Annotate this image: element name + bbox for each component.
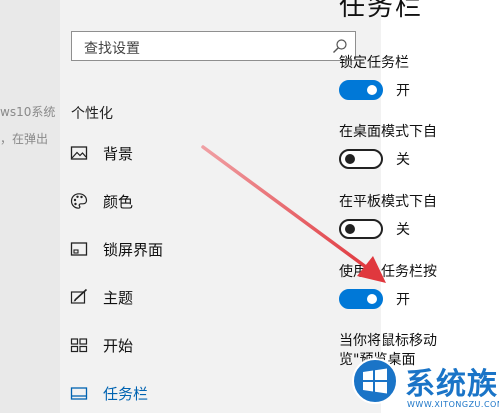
setting-label-autohide-tablet: 在平板模式下自 — [339, 194, 437, 210]
sidebar-item-label: 主题 — [103, 289, 134, 307]
sidebar-item-label: 锁屏界面 — [103, 241, 164, 259]
windows-logo-icon — [352, 358, 398, 404]
sidebar-item-label: 开始 — [103, 337, 134, 355]
sidebar-item-start[interactable]: 开始 — [60, 330, 381, 360]
sidebar-item-lock-screen[interactable]: 锁屏界面 — [60, 234, 381, 264]
toggle-knob — [367, 85, 377, 95]
sidebar-item-colors[interactable]: 颜色 — [60, 186, 381, 216]
toggle-lock-taskbar[interactable] — [339, 80, 383, 100]
toggle-autohide-desktop[interactable] — [339, 149, 383, 169]
settings-sidebar: 查找设置 个性化 背景 颜色 锁屏界面 主题 开始 任务栏 — [60, 0, 381, 413]
setting-label-lock-taskbar: 锁定任务栏 — [339, 55, 409, 71]
article-text-line2: ，在弹出 — [0, 132, 49, 146]
toggle-autohide-tablet[interactable] — [339, 219, 383, 239]
theme-brush-icon — [70, 288, 88, 304]
setting-label-small-buttons: 使用小任务栏按 — [339, 264, 437, 280]
palette-icon — [70, 193, 88, 209]
start-tiles-icon — [70, 338, 88, 353]
watermark-url: WWW.XITONGZU.COM — [407, 400, 499, 409]
search-input[interactable]: 查找设置 — [84, 38, 140, 58]
watermark: 系统族 WWW.XITONGZU.COM — [347, 355, 499, 413]
section-label-personalization: 个性化 — [71, 106, 113, 122]
sidebar-item-label: 颜色 — [103, 193, 134, 211]
background-article: ws10系统 ，在弹出 — [0, 0, 60, 413]
sidebar-item-label: 背景 — [103, 145, 134, 163]
taskbar-icon — [70, 387, 88, 400]
sidebar-item-taskbar[interactable]: 任务栏 — [60, 378, 381, 408]
toggle-small-buttons[interactable] — [339, 289, 383, 309]
toggle-knob — [367, 294, 377, 304]
watermark-brand: 系统族 — [405, 367, 498, 402]
toggle-state-label: 关 — [396, 222, 410, 238]
page-title: 任务栏 — [339, 0, 424, 22]
sidebar-item-label: 任务栏 — [103, 385, 149, 403]
article-text-line1: ws10系统 — [0, 105, 56, 119]
setting-label-peek-line1: 当你将鼠标移动 — [339, 333, 437, 349]
toggle-knob — [345, 154, 355, 164]
image-icon — [70, 146, 88, 160]
sidebar-item-themes[interactable]: 主题 — [60, 282, 381, 312]
toggle-state-label: 开 — [396, 83, 410, 99]
toggle-state-label: 开 — [396, 292, 410, 308]
toggle-knob — [345, 224, 355, 234]
setting-label-autohide-desktop: 在桌面模式下自 — [339, 124, 437, 140]
lock-screen-icon — [70, 242, 88, 256]
toggle-state-label: 关 — [396, 152, 410, 168]
sidebar-item-background[interactable]: 背景 — [60, 138, 381, 168]
search-box[interactable]: 查找设置 — [71, 31, 356, 61]
